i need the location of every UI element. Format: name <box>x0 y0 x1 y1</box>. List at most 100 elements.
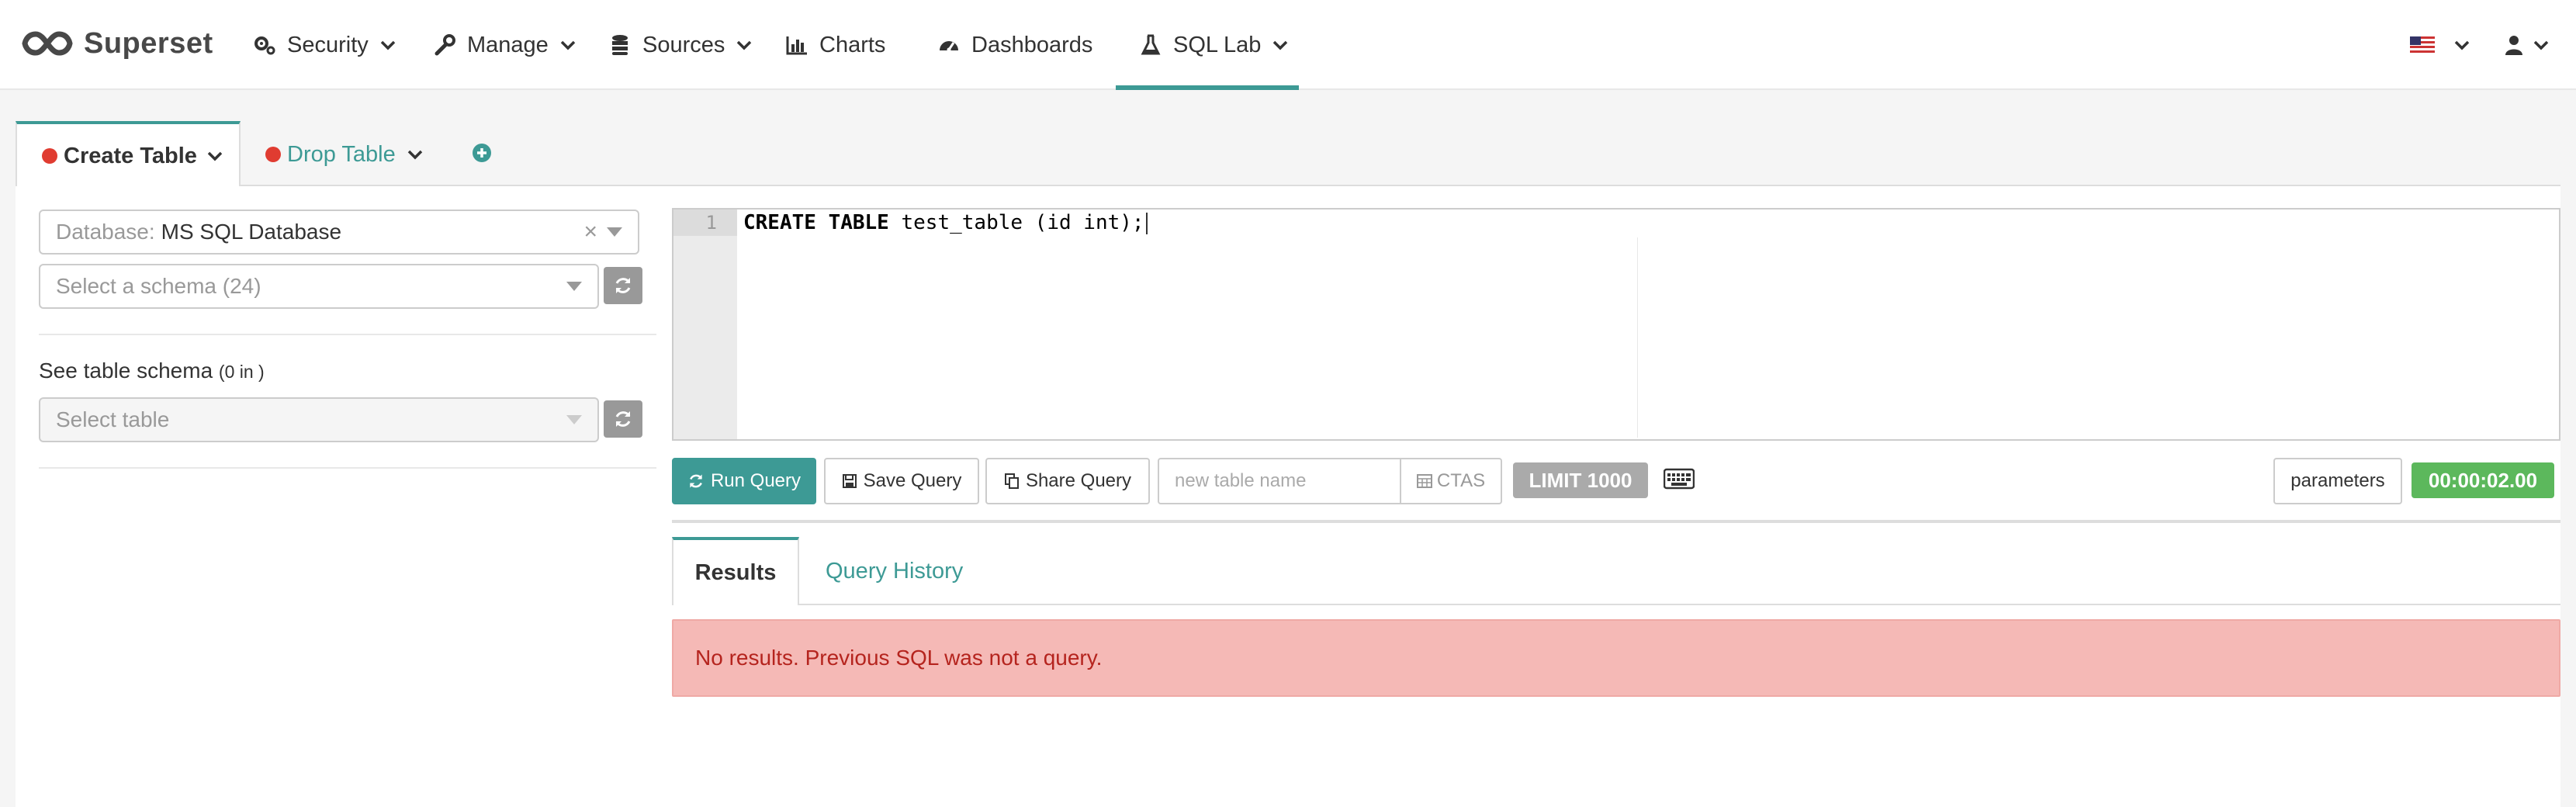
see-table-schema-label: See table schema (0 in ) <box>39 358 265 383</box>
alert-message: No results. Previous SQL was not a query… <box>695 646 1103 670</box>
save-icon <box>842 474 857 488</box>
share-query-label: Share Query <box>1025 470 1132 491</box>
refresh-icon <box>690 474 702 488</box>
superset-logo-icon <box>22 31 73 56</box>
query-tab-strip: Create Table Drop Table <box>16 118 2560 188</box>
database-select[interactable]: Database: MS SQL Database × <box>39 210 639 255</box>
new-table-name-input[interactable]: new table name <box>1158 458 1401 504</box>
refresh-icon <box>615 411 631 427</box>
results-tab-strip: Results Query History <box>672 537 2560 605</box>
chevron-down-icon <box>2533 40 2549 50</box>
nav-sources-label: Sources <box>642 32 725 57</box>
run-query-label: Run Query <box>710 470 802 491</box>
nav-dashboards-label: Dashboards <box>971 32 1093 57</box>
new-table-name-placeholder: new table name <box>1175 470 1307 491</box>
schema-placeholder: Select a schema (24) <box>56 274 261 298</box>
sql-keyword: CREATE TABLE <box>743 211 889 234</box>
nav-dashboards[interactable]: Dashboards <box>937 0 1092 90</box>
chevron-down-icon <box>2454 40 2470 50</box>
nav-manage-label: Manage <box>467 32 549 57</box>
error-status-dot <box>42 148 57 164</box>
brand-name: Superset <box>84 26 213 60</box>
chevron-down-icon <box>380 40 396 50</box>
database-value: MS SQL Database <box>161 220 342 244</box>
parameters-label: parameters <box>2290 470 2385 491</box>
bar-chart-icon <box>786 36 807 55</box>
table-placeholder: Select table <box>56 407 170 431</box>
nav-charts[interactable]: Charts <box>785 0 885 90</box>
database-prefix: Database: <box>56 220 155 244</box>
tab-results-label: Results <box>694 559 777 585</box>
brand[interactable]: Superset <box>22 23 213 64</box>
limit-dropdown[interactable]: LIMIT 1000 <box>1513 462 1648 498</box>
chevron-down-icon <box>560 40 576 50</box>
no-results-alert: No results. Previous SQL was not a query… <box>672 619 2560 697</box>
query-tab-label: Drop Table <box>287 141 396 167</box>
nav-charts-label: Charts <box>819 32 886 57</box>
refresh-table-button[interactable] <box>604 400 642 438</box>
user-menu[interactable] <box>2505 0 2550 90</box>
cogs-icon <box>254 36 275 55</box>
run-query-button[interactable]: Run Query <box>672 458 816 504</box>
see-schema-count: (0 in ) <box>218 362 265 382</box>
nav-sql-lab[interactable]: SQL Lab <box>1116 0 1299 90</box>
sql-code: test_table (id int); <box>888 211 1144 234</box>
flask-icon <box>1141 34 1161 55</box>
query-tab-drop-table[interactable]: Drop Table <box>265 121 424 188</box>
divider <box>39 334 656 335</box>
chevron-down-icon <box>207 151 223 161</box>
nav-sql-lab-label: SQL Lab <box>1173 32 1262 57</box>
nav-manage[interactable]: Manage <box>433 0 576 90</box>
parameters-button[interactable]: parameters <box>2273 458 2402 504</box>
user-icon <box>2505 36 2522 55</box>
sql-lab-content: Database: MS SQL Database × Select a sch… <box>16 186 2560 807</box>
nav-security-label: Security <box>287 32 369 57</box>
divider <box>39 467 656 469</box>
limit-label: LIMIT 1000 <box>1529 468 1633 492</box>
editor-results-divider[interactable] <box>672 520 2560 523</box>
dashboard-icon <box>940 41 958 52</box>
ctas-label: CTAS <box>1436 470 1486 491</box>
editor-code-line[interactable]: CREATE TABLE test_table (id int); <box>743 210 1148 236</box>
print-margin <box>1637 237 1638 438</box>
tab-query-history-label: Query History <box>826 558 964 584</box>
clear-icon[interactable]: × <box>583 219 597 245</box>
wrench-icon <box>435 34 455 56</box>
save-query-button[interactable]: Save Query <box>824 458 979 504</box>
sql-editor[interactable]: 1 CREATE TABLE test_table (id int); <box>672 208 2560 441</box>
us-flag-icon <box>2410 36 2435 54</box>
timer-value: 00:00:02.00 <box>2428 468 2538 492</box>
keyboard-icon[interactable] <box>1664 467 1695 490</box>
see-schema-text: See table schema <box>39 358 213 383</box>
refresh-icon <box>615 278 631 293</box>
caret-down-icon <box>607 227 622 237</box>
schema-select[interactable]: Select a schema (24) <box>39 264 599 309</box>
chevron-down-icon <box>737 40 752 50</box>
top-navbar: Superset Security Manage Sources Charts … <box>0 0 2576 90</box>
tab-query-history[interactable]: Query History <box>826 537 963 605</box>
error-status-dot <box>265 147 281 162</box>
nav-security[interactable]: Security <box>253 0 396 90</box>
caret-down-icon <box>566 282 582 291</box>
ctas-button[interactable]: CTAS <box>1400 458 1502 504</box>
share-query-button[interactable]: Share Query <box>985 458 1150 504</box>
chevron-down-icon <box>407 150 422 160</box>
save-query-label: Save Query <box>863 470 962 491</box>
refresh-schema-button[interactable] <box>604 267 642 304</box>
language-menu[interactable] <box>2410 0 2470 90</box>
database-icon <box>612 35 628 55</box>
text-cursor <box>1145 212 1148 234</box>
editor-gutter: 1 <box>673 210 737 439</box>
nav-sources[interactable]: Sources <box>608 0 753 90</box>
query-timer: 00:00:02.00 <box>2412 462 2554 498</box>
tab-results[interactable]: Results <box>672 537 799 605</box>
copy-icon <box>1004 473 1019 489</box>
query-tab-label: Create Table <box>64 143 197 168</box>
line-number: 1 <box>673 210 737 236</box>
table-icon <box>1416 474 1432 488</box>
chevron-down-icon <box>1273 40 1288 50</box>
query-tab-create-table[interactable]: Create Table <box>16 121 241 188</box>
caret-down-icon <box>566 415 582 424</box>
table-select[interactable]: Select table <box>39 397 599 442</box>
add-tab-icon[interactable] <box>470 141 493 165</box>
